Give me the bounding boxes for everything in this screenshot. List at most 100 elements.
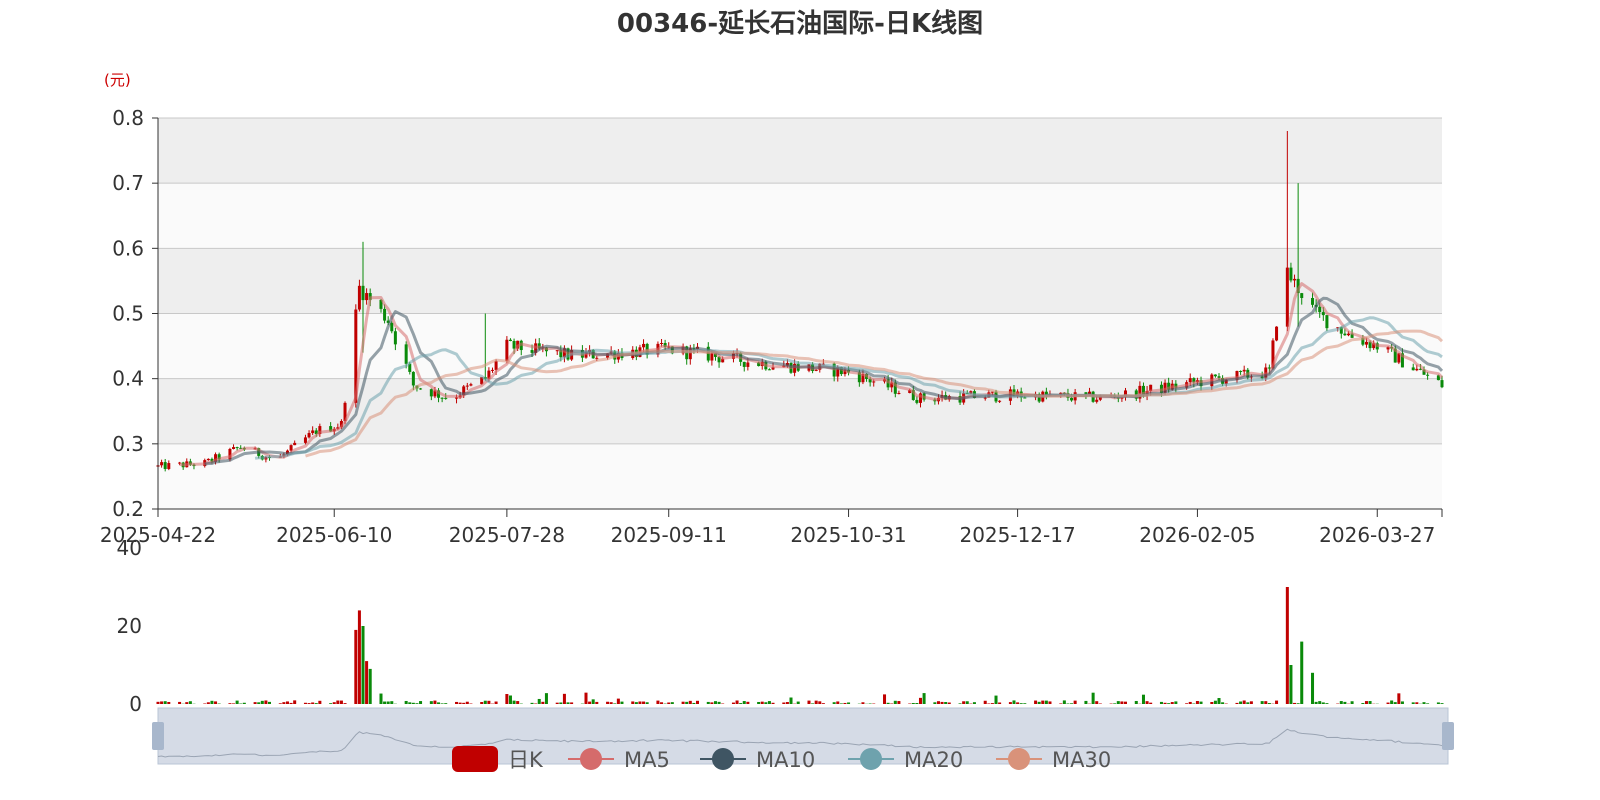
volume-bar xyxy=(962,701,966,704)
candle-body xyxy=(1095,399,1099,402)
volume-bar xyxy=(1368,701,1372,704)
volume-bar xyxy=(1167,703,1171,704)
volume-bar xyxy=(1436,702,1440,704)
volume-bar xyxy=(685,701,689,704)
volume-bar xyxy=(1296,703,1300,704)
volume-bar xyxy=(1411,702,1415,704)
slider-handle-left[interactable] xyxy=(152,722,164,750)
volume-bar xyxy=(1321,702,1325,704)
kline-chart: 0.2 0.3 0.4 0.5 0.6 0.7 0.8 2025-04-22 2025-06-1… xyxy=(0,0,1600,800)
candle-body xyxy=(742,361,746,367)
volume-bar xyxy=(156,701,160,704)
legend-label[interactable]: MA10 xyxy=(756,748,815,772)
volume-bar xyxy=(983,700,987,704)
slider-handle-right[interactable] xyxy=(1442,722,1454,750)
candle-body xyxy=(710,353,714,361)
volume-bar xyxy=(706,701,710,704)
volume-bar xyxy=(1422,702,1426,704)
volume-bar xyxy=(379,693,383,704)
grid-band xyxy=(158,443,1442,509)
volume-bar xyxy=(433,700,437,704)
candle-body xyxy=(1239,370,1243,372)
volume-bar xyxy=(329,703,333,704)
volume-bar xyxy=(480,702,484,704)
volume-bar xyxy=(1318,701,1322,704)
volume-bar xyxy=(692,702,696,704)
volume-bars: 0 20 40 xyxy=(117,536,1444,716)
volume-bar xyxy=(836,701,840,704)
volume-bar xyxy=(847,702,851,704)
legend-swatch-kline[interactable] xyxy=(452,746,498,772)
x-tick-label: 2025-09-11 xyxy=(611,523,727,547)
candle-body xyxy=(289,445,293,451)
volume-bar xyxy=(1016,702,1020,704)
volume-bar xyxy=(1116,701,1120,704)
volume-bar xyxy=(735,700,739,704)
volume-bar xyxy=(1264,701,1268,704)
volume-bar xyxy=(1048,701,1052,704)
volume-bar xyxy=(940,701,944,704)
volume-bar xyxy=(616,698,620,704)
legend-label[interactable]: 日K xyxy=(508,748,544,772)
volume-bar xyxy=(541,701,545,704)
volume-bar xyxy=(1019,703,1023,704)
legend-label[interactable]: MA5 xyxy=(624,748,670,772)
candle-body xyxy=(1346,333,1350,336)
legend-swatch-dot[interactable] xyxy=(580,748,602,770)
volume-bar xyxy=(188,701,192,704)
volume-bar xyxy=(821,703,825,704)
volume-bar xyxy=(361,626,365,704)
candle-body xyxy=(357,285,361,310)
volume-bar xyxy=(1260,701,1264,704)
y-tick-label: 0.4 xyxy=(112,367,144,391)
volume-bar xyxy=(455,701,459,704)
candle-body xyxy=(411,371,415,386)
legend-swatch-dot[interactable] xyxy=(1008,748,1030,770)
volume-bar xyxy=(257,702,261,704)
grid-band xyxy=(158,183,1442,249)
candle-body xyxy=(444,397,448,399)
volume-bar xyxy=(429,701,433,704)
volume-bar xyxy=(160,701,164,704)
volume-bar xyxy=(1149,702,1153,704)
volume-bar xyxy=(742,701,746,704)
volume-bar xyxy=(1397,693,1401,704)
volume-bar xyxy=(365,661,369,704)
volume-bar xyxy=(606,701,610,704)
volume-bar xyxy=(767,701,771,704)
volume-bar xyxy=(911,703,915,704)
volume-bar xyxy=(764,702,768,704)
volume-bar xyxy=(620,701,624,704)
legend-swatch-dot[interactable] xyxy=(712,748,734,770)
volume-bar xyxy=(695,700,700,704)
legend-swatch-dot[interactable] xyxy=(860,748,882,770)
volume-bar xyxy=(1095,701,1099,704)
legend-label[interactable]: MA30 xyxy=(1052,748,1111,772)
volume-bar xyxy=(670,702,674,704)
volume-bar xyxy=(1012,700,1016,704)
volume-bar xyxy=(415,703,419,704)
volume-bar xyxy=(1210,701,1214,704)
candle-body xyxy=(494,361,498,370)
volume-bar xyxy=(832,702,836,704)
volume-bar xyxy=(1239,701,1243,704)
y-tick-label: 0.3 xyxy=(112,432,144,456)
candle-body xyxy=(393,331,397,345)
candle-body xyxy=(1411,367,1415,371)
volume-bar xyxy=(710,702,714,704)
candle-body xyxy=(642,343,646,348)
volume-bar xyxy=(167,701,171,704)
volume-bar xyxy=(267,701,272,704)
volume-bar xyxy=(1062,700,1066,704)
legend-label[interactable]: MA20 xyxy=(904,748,963,772)
volume-bar xyxy=(760,701,764,704)
volume-bar xyxy=(584,692,588,704)
candle-body xyxy=(746,362,750,367)
volume-bar xyxy=(232,703,236,704)
candle-body xyxy=(440,397,444,399)
y-tick-label: 0.2 xyxy=(112,497,144,521)
volume-bar xyxy=(886,702,890,704)
volume-bar xyxy=(483,700,487,704)
volume-bar xyxy=(796,701,800,704)
x-tick-label: 2025-06-10 xyxy=(276,523,392,547)
